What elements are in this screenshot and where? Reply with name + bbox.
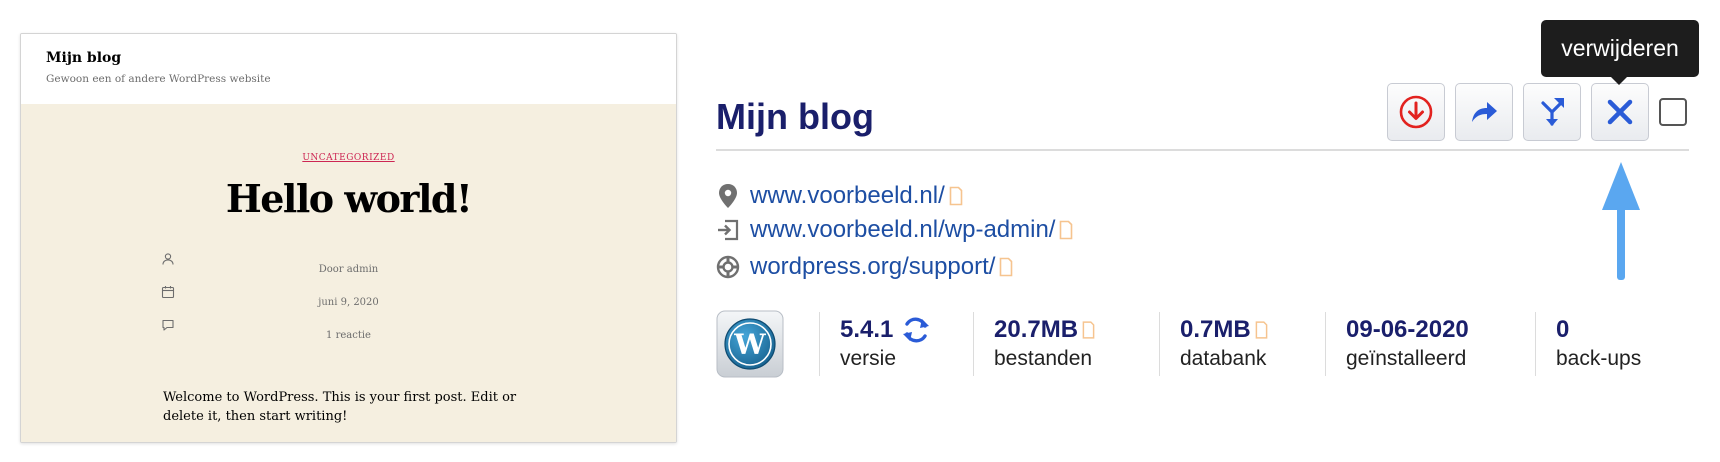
preview-site-title: Mijn blog: [46, 50, 122, 66]
backups-label: back-ups: [1556, 347, 1642, 370]
external-link-icon[interactable]: [999, 257, 1013, 277]
stat-database: 0.7MB databank: [1180, 315, 1268, 371]
login-icon: [716, 218, 740, 242]
backups-value: 0: [1556, 316, 1570, 343]
stat-backups: 0 back-ups: [1556, 315, 1641, 371]
database-value: 0.7MB: [1180, 316, 1251, 343]
preview-author: Door admin: [318, 264, 379, 275]
site-url-link[interactable]: www.voorbeeld.nl/: [750, 182, 945, 210]
link-row-admin: www.voorbeeld.nl/wp-admin/: [716, 214, 1073, 246]
delete-button[interactable]: [1591, 83, 1649, 141]
preview-comments: 1 reactie: [326, 330, 371, 341]
preview-excerpt: Welcome to WordPress. This is your first…: [163, 390, 517, 424]
version-label: versie: [840, 347, 897, 370]
external-link-icon[interactable]: [1059, 220, 1073, 240]
stat-separator: [1325, 312, 1326, 376]
tooltip-tail: [1610, 76, 1628, 85]
preview-date: juni 9, 2020: [318, 297, 379, 308]
preview-post-title: Hello world!: [225, 176, 473, 221]
select-checkbox[interactable]: [1659, 98, 1687, 126]
installed-value: 09-06-2020: [1346, 316, 1469, 343]
external-link-icon[interactable]: [1255, 320, 1268, 340]
preview-body: UNCATEGORIZED Hello world! Door admin ju…: [21, 104, 676, 442]
files-value: 20.7MB: [994, 316, 1079, 343]
wordpress-logo-icon: W: [716, 310, 784, 378]
share-icon: [1472, 102, 1497, 122]
external-link-icon[interactable]: [1082, 320, 1095, 340]
installed-label: geïnstalleerd: [1346, 347, 1467, 370]
external-link-icon[interactable]: [949, 186, 963, 206]
link-row-site: www.voorbeeld.nl/: [716, 180, 963, 212]
tooltip: verwijderen: [1541, 20, 1699, 77]
site-preview[interactable]: Mijn blog Gewoon een of andere WordPress…: [20, 33, 677, 443]
pointer-arrow-icon: [1602, 162, 1640, 280]
files-label: bestanden: [994, 347, 1093, 370]
admin-url-link[interactable]: www.voorbeeld.nl/wp-admin/: [750, 216, 1055, 244]
stat-version: 5.4.1 versie: [840, 315, 931, 371]
stat-files: 20.7MB bestanden: [994, 315, 1095, 371]
download-button[interactable]: [1387, 83, 1445, 141]
version-value: 5.4.1: [840, 316, 894, 343]
stat-separator: [1535, 312, 1536, 376]
close-icon: [1607, 99, 1633, 125]
share-button[interactable]: [1455, 83, 1513, 141]
support-url-link[interactable]: wordpress.org/support/: [750, 253, 995, 281]
preview-tagline: Gewoon een of andere WordPress website: [46, 73, 271, 85]
support-lifebuoy-icon: [716, 255, 740, 279]
location-pin-icon: [716, 184, 740, 208]
stat-separator: [973, 312, 974, 376]
stat-installed: 09-06-2020 geïnstalleerd: [1346, 315, 1469, 371]
site-title[interactable]: Mijn blog: [716, 96, 874, 138]
preview-category: UNCATEGORIZED: [302, 153, 395, 163]
download-icon: [1399, 95, 1433, 129]
database-label: databank: [1180, 347, 1267, 370]
svg-text:W: W: [733, 328, 766, 361]
merge-button[interactable]: [1523, 83, 1581, 141]
merge-icon: [1541, 98, 1564, 126]
stat-separator: [1159, 312, 1160, 376]
title-divider: [716, 149, 1689, 151]
preview-header: Mijn blog Gewoon een of andere WordPress…: [21, 34, 676, 104]
update-refresh-icon[interactable]: [901, 315, 931, 345]
stat-separator: [819, 312, 820, 376]
link-row-support: wordpress.org/support/: [716, 251, 1013, 283]
